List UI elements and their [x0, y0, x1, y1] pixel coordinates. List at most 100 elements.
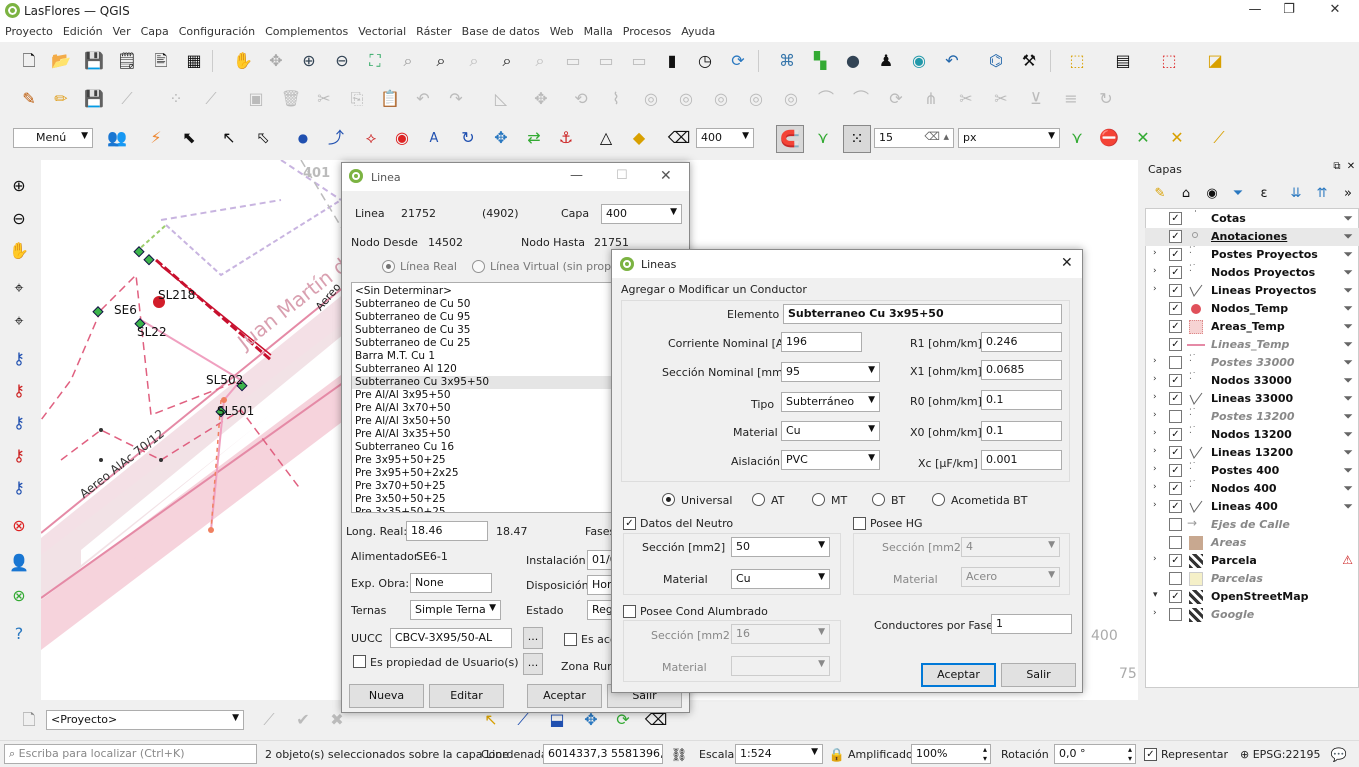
- layer-visibility-checkbox[interactable]: ✓: [1169, 374, 1182, 387]
- add-node-icon[interactable]: ●: [292, 127, 314, 149]
- tag-icon[interactable]: ◆: [628, 127, 650, 149]
- save-project-icon[interactable]: 💾: [83, 50, 105, 72]
- layer-row[interactable]: › ✓ Lineas 33000 ⏷: [1145, 390, 1359, 408]
- menu-capa[interactable]: Capa: [136, 22, 174, 38]
- zoom-out-tool-icon[interactable]: ⊖: [8, 208, 30, 230]
- zoom-last-icon[interactable]: ⌕: [496, 50, 518, 72]
- trash-icon[interactable]: 🗑: [280, 88, 302, 110]
- layer-row[interactable]: Areas: [1145, 534, 1359, 552]
- layer-row[interactable]: ▾ ✓ OpenStreetMap: [1145, 588, 1359, 606]
- anchor-icon[interactable]: ⚓: [555, 127, 577, 149]
- layer-visibility-checkbox[interactable]: ✓: [1169, 482, 1182, 495]
- layer-visibility-checkbox[interactable]: ✓: [1169, 446, 1182, 459]
- maximize-icon[interactable]: ☐: [616, 168, 628, 183]
- layer-row[interactable]: › ✓ ⁚˙ Nodos 13200 ⏷: [1145, 426, 1359, 444]
- layer-row[interactable]: › Google: [1145, 606, 1359, 624]
- x0-input[interactable]: 0.1: [981, 421, 1062, 441]
- move-feature-icon[interactable]: ✥: [530, 88, 552, 110]
- snap-intersection-icon[interactable]: ✕: [1166, 127, 1188, 149]
- collapse-all-icon[interactable]: ⇈: [1311, 182, 1333, 204]
- universal-radio[interactable]: [662, 493, 675, 506]
- filter-icon[interactable]: ⏷: [1343, 373, 1353, 388]
- linea-real-radio[interactable]: [382, 260, 395, 273]
- layer-row[interactable]: › ✓ ⁚˙ Nodos Proyectos ⏷: [1145, 264, 1359, 282]
- menu-web[interactable]: Web: [545, 22, 579, 38]
- network-e-icon[interactable]: ⚷: [8, 477, 30, 499]
- alu-material-select[interactable]: ▼: [731, 656, 830, 676]
- filter-icon[interactable]: ⏷: [1343, 301, 1353, 316]
- coordinate-field[interactable]: 6014337,3 5581396,0: [543, 744, 663, 764]
- plugins-icon[interactable]: ▚: [809, 50, 831, 72]
- pan-icon[interactable]: ✋: [232, 50, 254, 72]
- close-panel-icon[interactable]: ✕: [1345, 160, 1357, 174]
- add-group-icon[interactable]: ⌂: [1175, 182, 1197, 204]
- rotate-tool-icon[interactable]: ↻: [457, 127, 479, 149]
- undo-icon[interactable]: ↶: [412, 88, 434, 110]
- pointer-icon[interactable]: ↖: [218, 127, 240, 149]
- layer-row[interactable]: › ✓ ⁚˙ Postes Proyectos ⏷: [1145, 246, 1359, 264]
- open-project-icon[interactable]: 📂: [50, 50, 72, 72]
- annotation-icon[interactable]: ◪: [1204, 50, 1226, 72]
- menu-raster[interactable]: Ráster: [411, 22, 456, 38]
- visibility-icon[interactable]: ◉: [1201, 182, 1223, 204]
- zoom-selection-icon[interactable]: ⌕: [397, 50, 419, 72]
- project-file-icon[interactable]: 🗋: [18, 709, 40, 731]
- acometida-radio[interactable]: [932, 493, 945, 506]
- tipo-select[interactable]: Subterráneo ▼: [781, 392, 880, 412]
- crs-button[interactable]: ⊕ EPSG:22195: [1240, 748, 1321, 761]
- linea-virtual-radio[interactable]: [472, 260, 485, 273]
- python-icon[interactable]: ⌘: [776, 50, 798, 72]
- coordinate-toggle-icon[interactable]: ⛓: [668, 744, 690, 766]
- ternas-select[interactable]: Simple Terna ▼: [410, 600, 501, 620]
- magnifier-spinbox[interactable]: 100% ▴ ▾: [911, 744, 991, 764]
- expand-icon[interactable]: ›: [1153, 464, 1157, 474]
- help-icon[interactable]: ?: [8, 623, 30, 645]
- close-icon[interactable]: ✕: [1061, 255, 1073, 271]
- edits-icon[interactable]: ✎: [18, 88, 40, 110]
- select-features-icon[interactable]: ⬚: [1066, 50, 1088, 72]
- menu-base-datos[interactable]: Base de datos: [457, 22, 545, 38]
- menu-configuracion[interactable]: Configuración: [174, 22, 260, 38]
- toggle-editing-icon[interactable]: ✏: [50, 88, 72, 110]
- modify-attributes-icon[interactable]: ⟋: [200, 88, 222, 110]
- layer-row[interactable]: › ✓ ⁚˙ Postes 400 ⏷: [1145, 462, 1359, 480]
- long-real-input[interactable]: 18.46: [406, 521, 488, 541]
- layout-manager-icon[interactable]: 🖹: [150, 50, 172, 72]
- layer-visibility-checkbox[interactable]: [1169, 536, 1182, 549]
- expand-icon[interactable]: ›: [1153, 356, 1157, 366]
- capa-select[interactable]: 400 ▼: [601, 204, 682, 224]
- save-edits-icon[interactable]: 💾: [83, 88, 105, 110]
- delete-part-icon[interactable]: ◎: [780, 88, 802, 110]
- filter-icon[interactable]: ⏷: [1343, 355, 1353, 370]
- snap-unit-select[interactable]: px ▼: [958, 128, 1060, 148]
- expression-filter-icon[interactable]: ε: [1253, 182, 1275, 204]
- elemento-input[interactable]: Subterraneo Cu 3x95+50: [783, 304, 1062, 324]
- add-line-tool-icon[interactable]: ⤴: [325, 127, 347, 149]
- minimize-icon[interactable]: —: [570, 168, 583, 183]
- neutro-material-select[interactable]: Cu ▼: [731, 569, 830, 589]
- filter-icon[interactable]: ⏷: [1343, 247, 1353, 262]
- network-a-icon[interactable]: ⚷: [8, 348, 30, 370]
- layer-visibility-checkbox[interactable]: [1169, 356, 1182, 369]
- menu-ver[interactable]: Ver: [108, 22, 136, 38]
- propiedad-browse-button[interactable]: ...: [523, 653, 543, 675]
- mt-radio[interactable]: [812, 493, 825, 506]
- filter-icon[interactable]: ⏷: [1343, 391, 1353, 406]
- clock-icon[interactable]: ◷: [694, 50, 716, 72]
- layer-visibility-checkbox[interactable]: ✓: [1169, 320, 1182, 333]
- network-d-icon[interactable]: ⚷: [8, 445, 30, 467]
- layer-row[interactable]: ✓ Nodos_Temp ⏷: [1145, 300, 1359, 318]
- r0-input[interactable]: 0.1: [981, 390, 1062, 410]
- fill-ring-icon[interactable]: ◎: [710, 88, 732, 110]
- layer-visibility-checkbox[interactable]: ✓: [1169, 554, 1182, 567]
- expand-icon[interactable]: ›: [1153, 428, 1157, 438]
- trace-icon[interactable]: ⟋: [1208, 127, 1230, 149]
- layer-visibility-checkbox[interactable]: ✓: [1169, 338, 1182, 351]
- lightning-icon[interactable]: ⚡: [145, 127, 167, 149]
- editar-button[interactable]: Editar: [429, 684, 504, 708]
- posee-hg-checkbox[interactable]: [853, 517, 866, 530]
- filter-icon[interactable]: ⏷: [1343, 409, 1353, 424]
- filter-icon[interactable]: ⏷: [1343, 283, 1353, 298]
- more-icon[interactable]: »: [1337, 182, 1359, 204]
- move-tool-icon[interactable]: ✥: [490, 127, 512, 149]
